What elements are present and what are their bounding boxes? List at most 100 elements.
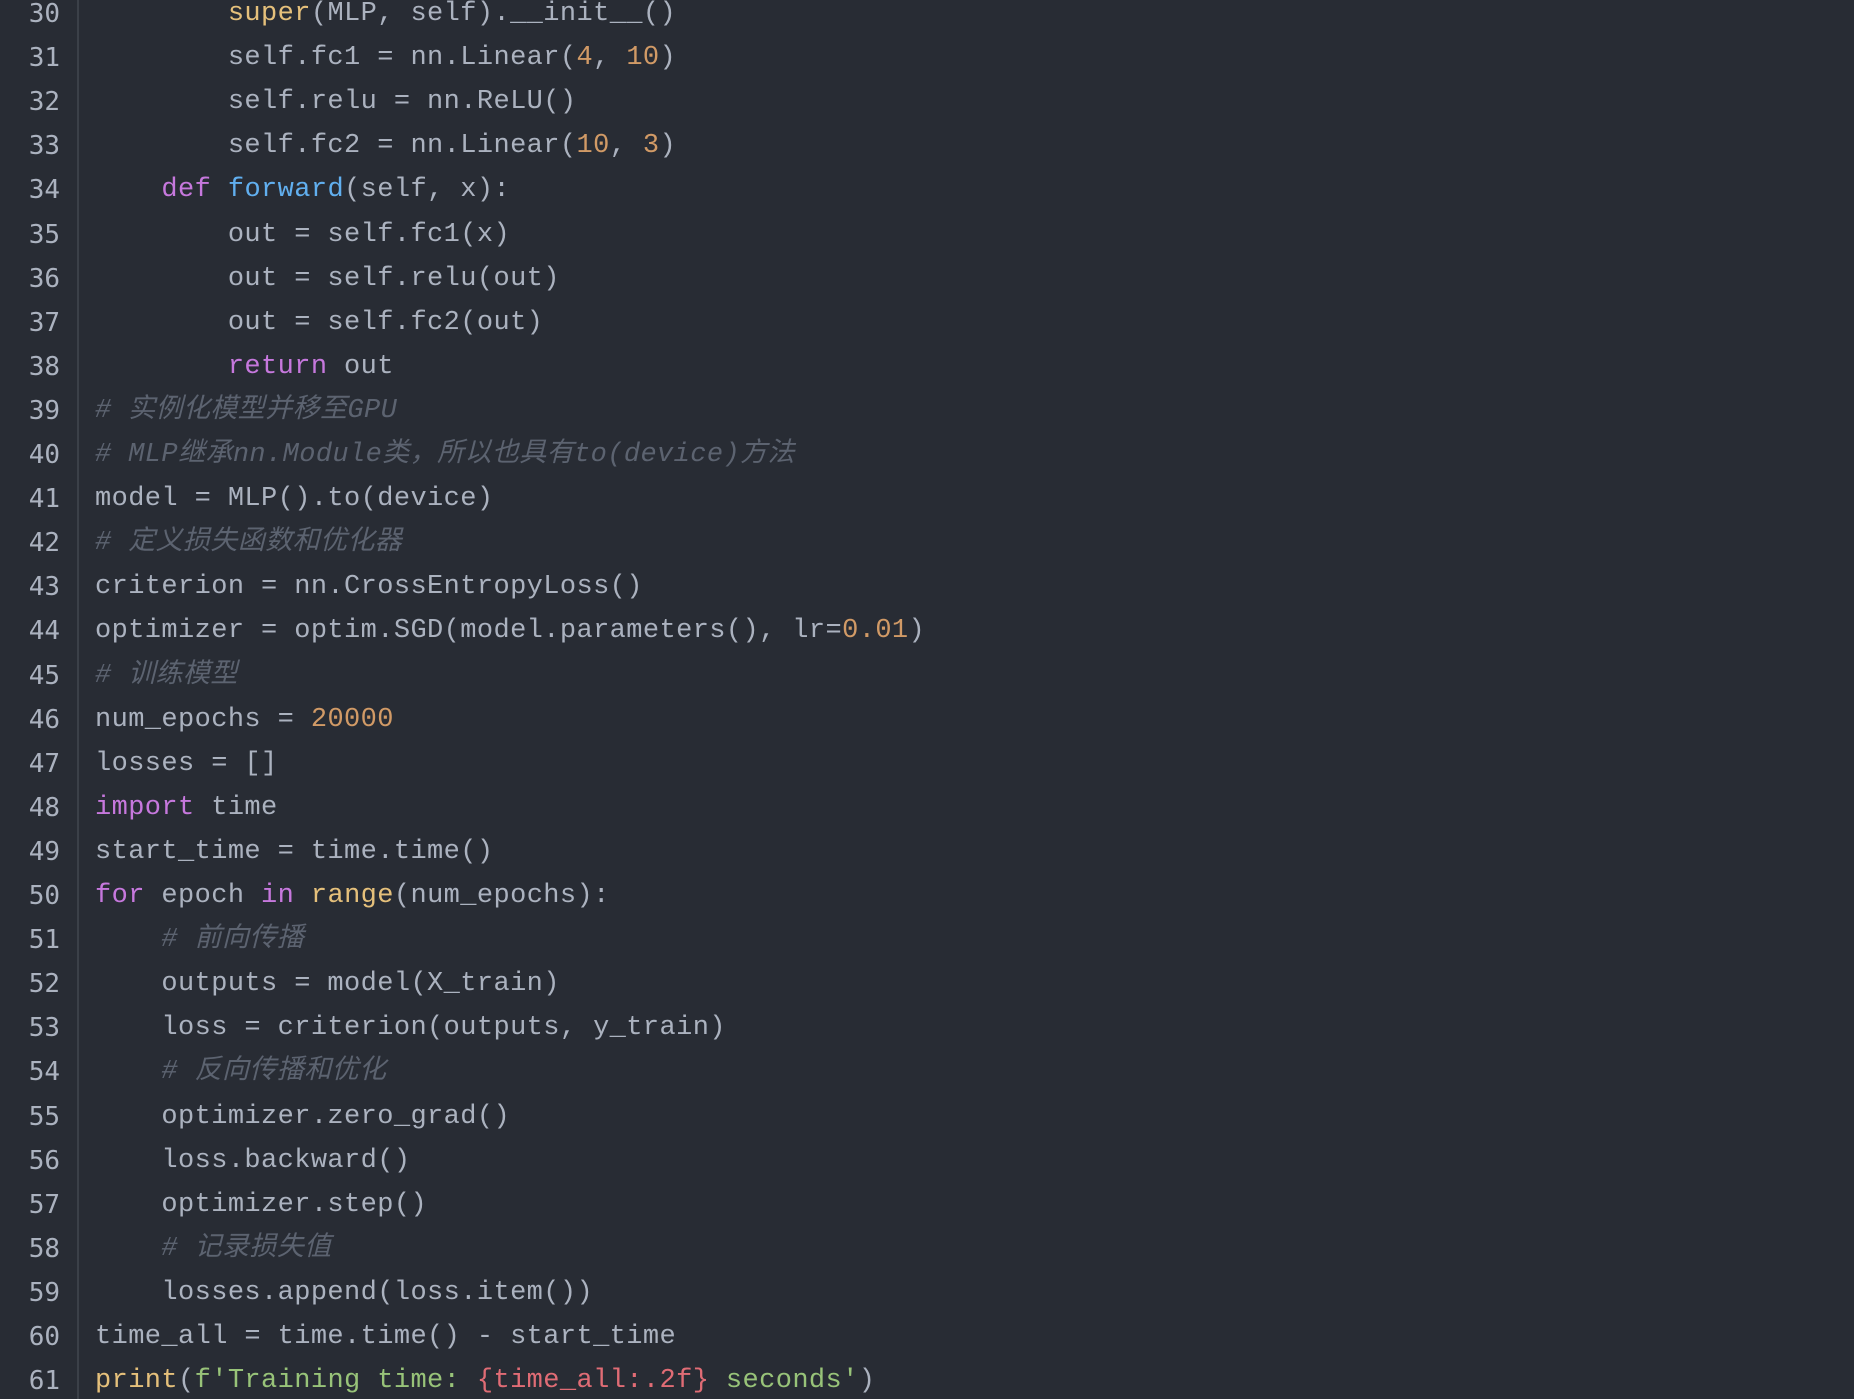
code-text: time_all = time.time() - start_time xyxy=(95,1315,676,1359)
code-line[interactable]: 52 outputs = model(X_train) xyxy=(0,962,1854,1006)
code-comment: # 定义损失函数和优化器 xyxy=(95,528,403,559)
code-text: model = MLP().to(device) xyxy=(95,477,493,521)
code-line[interactable]: 48 import time xyxy=(0,786,1854,830)
code-comment: # 训练模型 xyxy=(95,660,238,691)
code-token: in xyxy=(261,881,295,911)
code-line[interactable]: 41 model = MLP().to(device) xyxy=(0,477,1854,521)
code-token: ) xyxy=(659,43,677,74)
code-token: losses = [] xyxy=(95,748,278,779)
code-token: epoch xyxy=(144,881,262,911)
line-number: 32 xyxy=(28,87,60,118)
code-token: model = MLP().to(device) xyxy=(95,484,494,515)
code-line[interactable]: 58 # 记录损失值 xyxy=(0,1227,1854,1271)
line-number: 41 xyxy=(28,484,60,515)
code-line[interactable]: 32 self.relu = nn.ReLU() xyxy=(0,80,1854,124)
code-line[interactable]: 55 optimizer.zero_grad() xyxy=(0,1095,1854,1139)
code-token: 0.01 xyxy=(842,616,909,647)
code-line[interactable]: 45 # 训练模型 xyxy=(0,654,1854,698)
code-token: ) xyxy=(858,1366,876,1397)
code-line[interactable]: 35 out = self.fc1(x) xyxy=(0,213,1854,257)
code-text: # 实例化模型并移至GPU xyxy=(95,389,397,433)
code-line[interactable]: 54 # 反向传播和优化 xyxy=(0,1050,1854,1094)
code-text: # 记录损失值 xyxy=(95,1227,332,1271)
code-token: self.relu = nn.ReLU() xyxy=(95,87,577,118)
code-token: loss = criterion(outputs, y_train) xyxy=(95,1013,726,1044)
code-line[interactable]: 31 self.fc1 = nn.Linear(4, 10) xyxy=(0,36,1854,80)
code-line[interactable]: 39 # 实例化模型并移至GPU xyxy=(0,389,1854,433)
code-text: num_epochs = 20000 xyxy=(95,698,394,742)
code-token: return xyxy=(227,351,328,382)
code-line[interactable]: 37 out = self.fc2(out) xyxy=(0,301,1854,345)
code-line[interactable]: 56 loss.backward() xyxy=(0,1139,1854,1183)
line-number: 60 xyxy=(28,1322,60,1352)
code-token: , xyxy=(609,131,643,162)
code-comment: # 前向传播 xyxy=(161,925,305,956)
code-text: optimizer = optim.SGD(model.parameters()… xyxy=(95,609,925,653)
code-comment: # MLP继承nn.Module类，所以也具有to(device)方法 xyxy=(95,440,795,470)
code-line[interactable]: 34 def forward(self, x): xyxy=(0,168,1854,212)
code-line[interactable]: 59 losses.append(loss.item()) xyxy=(0,1271,1854,1315)
line-number: 30 xyxy=(28,0,60,29)
code-text: out = self.fc1(x) xyxy=(95,213,510,257)
code-text: def forward(self, x): xyxy=(95,168,510,212)
code-line[interactable]: 44 optimizer = optim.SGD(model.parameters… xyxy=(0,609,1854,653)
code-comment: # 反向传播和优化 xyxy=(161,1057,387,1088)
code-text: # 前向传播 xyxy=(95,918,304,962)
code-line[interactable]: 51 # 前向传播 xyxy=(0,918,1854,962)
code-line[interactable]: 43 criterion = nn.CrossEntropyLoss() xyxy=(0,565,1854,609)
code-text: # 定义损失函数和优化器 xyxy=(95,521,402,565)
code-token: out = self.relu(out) xyxy=(95,263,560,294)
code-line[interactable]: 61 print(f'Training time: {time_all:.2f} … xyxy=(0,1359,1854,1399)
line-number: 44 xyxy=(28,616,60,647)
code-line[interactable]: 30 super(MLP, self).__init__() xyxy=(0,0,1854,36)
code-line[interactable]: 53 loss = criterion(outputs, y_train) xyxy=(0,1006,1854,1050)
code-text: optimizer.zero_grad() xyxy=(95,1095,510,1139)
code-token: 10 xyxy=(626,43,660,74)
line-number: 33 xyxy=(28,131,60,162)
code-line[interactable]: 47 losses = [] xyxy=(0,742,1854,786)
code-line[interactable]: 36 out = self.relu(out) xyxy=(0,257,1854,301)
line-number: 46 xyxy=(28,704,60,735)
code-token: outputs = model(X_train) xyxy=(95,969,560,1000)
line-number: 43 xyxy=(28,572,60,603)
code-text: losses = [] xyxy=(95,742,278,786)
code-token: 20000 xyxy=(310,704,394,735)
code-comment: # 记录损失值 xyxy=(161,1233,332,1264)
code-line[interactable]: 50 for epoch in range(num_epochs): xyxy=(0,874,1854,918)
line-number: 47 xyxy=(28,748,60,779)
line-number: 54 xyxy=(28,1057,60,1088)
code-line[interactable]: 46 num_epochs = 20000 xyxy=(0,698,1854,742)
code-token: start_time = time.time() xyxy=(95,836,494,867)
code-text: out = self.relu(out) xyxy=(95,257,560,301)
code-token: 10 xyxy=(576,131,610,162)
line-number: 31 xyxy=(28,43,60,74)
code-token: import xyxy=(95,792,195,823)
code-token: , xyxy=(593,43,627,74)
code-line[interactable]: 49 start_time = time.time() xyxy=(0,830,1854,874)
code-token: def xyxy=(161,175,212,206)
line-number: 37 xyxy=(28,307,60,338)
code-token: range xyxy=(310,881,394,911)
code-line[interactable]: 38 return out xyxy=(0,345,1854,389)
code-token: losses.append(loss.item()) xyxy=(95,1277,594,1308)
code-token: (self, x): xyxy=(344,175,511,206)
code-token: self.fc2 = nn.Linear( xyxy=(95,131,577,162)
code-line[interactable]: 60 time_all = time.time() - start_time xyxy=(0,1315,1854,1359)
line-number: 53 xyxy=(28,1013,60,1044)
code-text: optimizer.step() xyxy=(95,1183,427,1227)
code-line[interactable]: 40 # MLP继承nn.Module类，所以也具有to(device)方法 xyxy=(0,433,1854,477)
code-line[interactable]: 57 optimizer.step() xyxy=(0,1183,1854,1227)
code-line[interactable]: 42 # 定义损失函数和优化器 xyxy=(0,521,1854,565)
code-text: print(f'Training time: {time_all:.2f} se… xyxy=(95,1359,875,1399)
code-token: {time_all:.2f} xyxy=(476,1366,710,1397)
code-token: num_epochs = xyxy=(95,704,311,735)
code-editor[interactable]: 30 super(MLP, self).__init__() 31 self.fc… xyxy=(0,0,1854,1399)
code-line[interactable]: 33 self.fc2 = nn.Linear(10, 3) xyxy=(0,124,1854,168)
line-number: 34 xyxy=(28,175,60,206)
code-token: forward xyxy=(227,175,345,206)
code-text: start_time = time.time() xyxy=(95,830,493,874)
